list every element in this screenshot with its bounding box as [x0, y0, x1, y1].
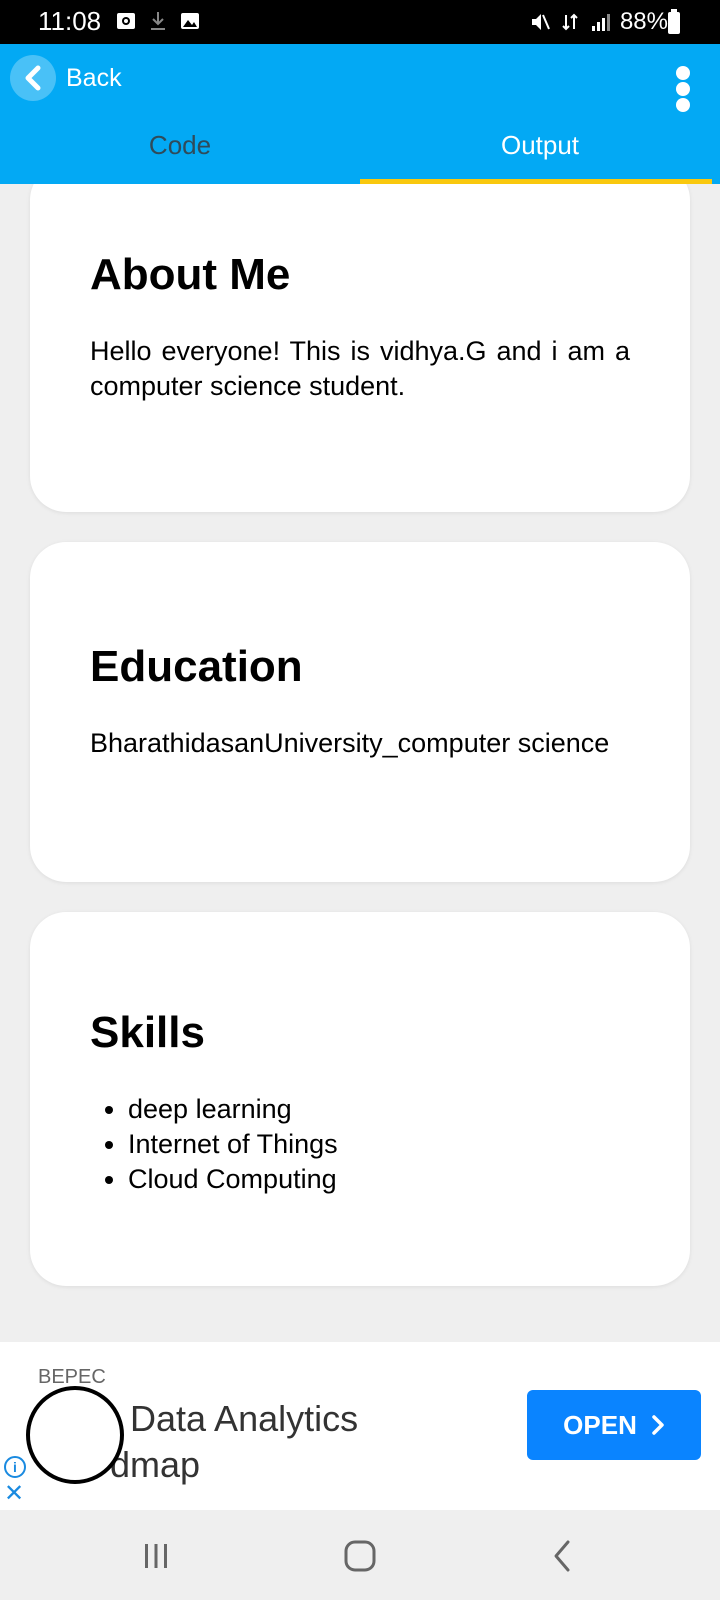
cell-signal-icon — [591, 14, 610, 31]
about-heading: About Me — [90, 250, 291, 299]
skills-heading: Skills — [90, 1008, 205, 1057]
chevron-right-icon — [652, 1415, 664, 1435]
skill-item: deep learning — [128, 1092, 338, 1127]
recent-apps-icon[interactable] — [132, 1532, 180, 1580]
status-bar: 11:08 88% — [0, 0, 720, 44]
system-nav-bar — [0, 1510, 720, 1600]
tab-output[interactable]: Output — [360, 120, 720, 184]
skills-list: deep learning Internet of Things Cloud C… — [128, 1092, 338, 1197]
system-icons: 88% — [530, 8, 668, 36]
ad-close-icon[interactable]: ✕ — [4, 1482, 24, 1506]
skills-card: Skills deep learning Internet of Things … — [30, 912, 690, 1286]
more-options-icon[interactable] — [676, 66, 690, 112]
ad-banner[interactable]: BEPEC Data Analytics dmap i ✕ OPEN — [0, 1342, 720, 1510]
education-card: Education BharathidasanUniversity_comput… — [30, 542, 690, 882]
data-signal-icon — [562, 13, 578, 31]
image-icon — [181, 13, 199, 29]
ad-info-icon[interactable]: i — [4, 1456, 26, 1478]
about-card: About Me Hello everyone! This is vidhya.… — [30, 184, 690, 512]
ad-open-label: OPEN — [563, 1409, 637, 1440]
battery-percent: 88% — [619, 8, 668, 35]
output-view[interactable]: About Me Hello everyone! This is vidhya.… — [0, 184, 720, 1342]
ad-title: Data Analytics — [130, 1398, 359, 1439]
status-time: 11:08 — [38, 6, 102, 36]
back-label: Back — [66, 63, 122, 92]
app-bar: Back Code Output — [0, 44, 720, 184]
ad-title-line2: dmap — [110, 1444, 201, 1485]
back-nav-icon[interactable] — [538, 1532, 586, 1580]
battery-icon — [668, 9, 680, 34]
ad-open-button[interactable]: OPEN — [527, 1390, 701, 1460]
education-text: BharathidasanUniversity_computer science — [90, 728, 610, 758]
screen-record-icon — [117, 13, 135, 29]
download-icon — [151, 12, 165, 30]
home-icon[interactable] — [336, 1532, 384, 1580]
tab-bar: Code Output — [0, 120, 720, 184]
notification-icons — [116, 10, 200, 32]
ad-logo — [26, 1386, 124, 1484]
education-heading: Education — [90, 642, 303, 691]
back-button[interactable]: Back — [10, 54, 122, 102]
skill-item: Cloud Computing — [128, 1162, 338, 1197]
chevron-left-icon — [10, 55, 56, 101]
mute-icon — [531, 14, 550, 30]
skill-item: Internet of Things — [128, 1127, 338, 1162]
about-text: Hello everyone! This is vidhya.G and i a… — [90, 336, 630, 401]
tab-code[interactable]: Code — [0, 120, 360, 184]
